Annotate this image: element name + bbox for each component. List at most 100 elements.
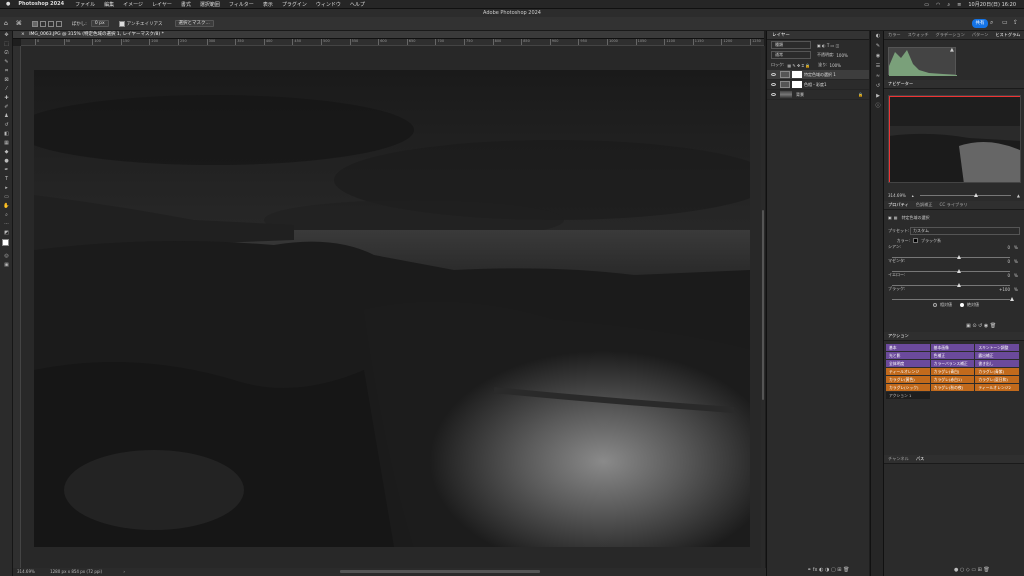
apple-icon[interactable]: ● [6, 1, 10, 7]
doc-info-chevron-icon[interactable]: › [123, 569, 125, 574]
props-footer-icons[interactable]: ▣ ⊙ ↺ ◉ 🗑 [966, 323, 996, 329]
quick-select-icon[interactable]: ✎ [0, 58, 13, 67]
home-icon[interactable]: ⌂ [4, 20, 8, 27]
action-button[interactable]: ティールオレンジ [886, 368, 930, 375]
action-button[interactable]: カラグレ(青白) [930, 368, 975, 375]
zoom-out-icon[interactable]: ▴ [912, 193, 914, 198]
share-button[interactable]: 共有 [972, 19, 988, 28]
action-button[interactable]: 光と影 [886, 352, 930, 359]
clock[interactable]: 10月20日(日) 16:20 [968, 1, 1016, 8]
menu-select[interactable]: 選択範囲 [200, 1, 220, 8]
default-colors-icon[interactable]: ◩ [0, 229, 13, 238]
navigator-preview[interactable] [888, 95, 1021, 183]
frame-tool-icon[interactable]: ⊠ [0, 76, 13, 85]
screen-mode-icon[interactable]: ▣ [0, 261, 13, 270]
filter-icons[interactable]: ▣ ◐ T ▭ ◫ [817, 43, 839, 48]
tab-channels[interactable]: チャンネル [888, 456, 909, 462]
path-select-icon[interactable]: ▸ [0, 184, 13, 193]
relative-radio[interactable] [933, 302, 937, 307]
opacity-input[interactable]: 100% [836, 53, 847, 58]
intersect-selection-icon[interactable] [55, 20, 62, 27]
tab-paths[interactable]: パス [916, 456, 924, 462]
dodge-tool-icon[interactable]: ● [0, 157, 13, 166]
eyedropper-icon[interactable]: ⁄ [0, 85, 13, 94]
stamp-tool-icon[interactable]: ♟ [0, 112, 13, 121]
close-tab-icon[interactable]: × [21, 32, 25, 37]
horizontal-scroll-thumb[interactable] [340, 570, 540, 573]
tab-histogram[interactable]: ヒストグラム [995, 32, 1020, 38]
visibility-icon[interactable] [771, 73, 776, 76]
tab-gradients[interactable]: グラデーション [936, 32, 965, 38]
action-button[interactable]: カラグレ(シック) [886, 384, 930, 391]
crop-tool-icon[interactable]: ⌗ [0, 67, 13, 76]
quick-mask-icon[interactable]: ◎ [0, 252, 13, 261]
feather-input[interactable]: 0 px [90, 20, 109, 27]
search-icon[interactable]: ⌕ [990, 19, 993, 27]
action-button[interactable]: カラグレ(夏日和) [975, 376, 1019, 383]
warning-icon[interactable]: ▲ [950, 47, 954, 53]
visibility-icon[interactable] [771, 83, 776, 86]
action-button[interactable]: 全体明度 [886, 360, 930, 367]
slider-value[interactable]: +100 [988, 287, 1010, 292]
layer-row[interactable]: 背景 🔒 [767, 90, 869, 100]
adjust-panel-icon[interactable]: ✎ [871, 41, 885, 51]
action-button[interactable]: スキントーン調整 [975, 344, 1019, 351]
control-center-icon[interactable]: ≡ [957, 2, 961, 8]
absolute-radio[interactable] [960, 302, 964, 307]
action-button[interactable]: 色補正 [930, 352, 975, 359]
add-selection-icon[interactable] [39, 20, 46, 27]
marquee-tool-icon[interactable]: ⬚ [0, 40, 13, 49]
subtract-selection-icon[interactable] [47, 20, 54, 27]
navigator-panel-icon[interactable]: ◉ [871, 51, 885, 61]
menu-layer[interactable]: レイヤー [152, 1, 172, 8]
layer-footer-icons[interactable]: ⚭ fx ◐ ◑ ▢ ⊞ 🗑 [807, 567, 849, 573]
menu-plugins[interactable]: プラグイン [282, 1, 307, 8]
paths-footer-icons[interactable]: ● ○ ◇ ▭ ⊞ 🗑 [954, 567, 990, 573]
action-button[interactable]: カラーバランス補正 [930, 360, 975, 367]
menu-window[interactable]: ウィンドウ [316, 1, 341, 8]
action-button[interactable]: 露出補正 [975, 352, 1019, 359]
type-tool-icon[interactable]: T [0, 175, 13, 184]
zoom-in-icon[interactable]: ▲ [1017, 193, 1020, 198]
menu-file[interactable]: ファイル [75, 1, 95, 8]
action-button[interactable]: カラグレ(黄色) [886, 376, 930, 383]
foreground-color[interactable] [2, 239, 9, 246]
wifi-icon[interactable]: ◠ [936, 2, 940, 8]
slider-value[interactable]: 0 [988, 259, 1010, 264]
history-panel-icon[interactable]: ↺ [871, 81, 885, 91]
menu-filter[interactable]: フィルター [229, 1, 254, 8]
zoom-level[interactable]: 314.69% [17, 569, 35, 574]
lock-icons[interactable]: ▦ ✎ ✥ ⌗ 🔒 [787, 63, 810, 68]
action-button[interactable]: 基本画像 [930, 344, 975, 351]
layer-mask-thumb[interactable] [792, 81, 802, 88]
properties-panel-icon[interactable]: ☰ [871, 61, 885, 71]
menu-type[interactable]: 書式 [181, 1, 191, 8]
preset-select[interactable]: カスタム [910, 226, 1020, 235]
menu-edit[interactable]: 編集 [104, 1, 114, 8]
shape-tool-icon[interactable]: ▭ [0, 193, 13, 202]
menu-help[interactable]: ヘルプ [350, 1, 365, 8]
workspace-icon[interactable]: ▭ [1002, 19, 1008, 26]
vertical-scroll-thumb[interactable] [762, 210, 764, 400]
history-brush-icon[interactable]: ↺ [0, 121, 13, 130]
action-button[interactable]: 基本 [886, 344, 930, 351]
layer-row[interactable]: 色相・彩度1 [767, 80, 869, 90]
blur-tool-icon[interactable]: ◆ [0, 148, 13, 157]
tab-layers[interactable]: レイヤー [767, 31, 869, 40]
eraser-tool-icon[interactable]: ◧ [0, 130, 13, 139]
app-menu[interactable]: Photoshop 2024 [18, 1, 64, 7]
select-and-mask-button[interactable]: 選択とマスク... [174, 20, 214, 27]
tab-patterns[interactable]: パターン [972, 32, 989, 38]
battery-icon[interactable]: ▭ [924, 2, 929, 8]
slider-value[interactable]: 0 [988, 273, 1010, 278]
tab-cc-libraries[interactable]: CC ライブラリ [939, 202, 967, 208]
pen-tool-icon[interactable]: ✒ [0, 166, 13, 175]
menu-view[interactable]: 表示 [263, 1, 273, 8]
share-icon[interactable]: ⇪ [1013, 19, 1018, 26]
search-icon[interactable]: ⌕ [947, 2, 950, 8]
antialias-checkbox[interactable] [118, 20, 125, 27]
action-set-label[interactable]: アクション 1 [886, 392, 930, 399]
action-button[interactable]: カラグレ(青紫) [975, 368, 1019, 375]
visibility-icon[interactable] [771, 93, 776, 96]
mask-icon[interactable]: ▦ [894, 215, 898, 220]
